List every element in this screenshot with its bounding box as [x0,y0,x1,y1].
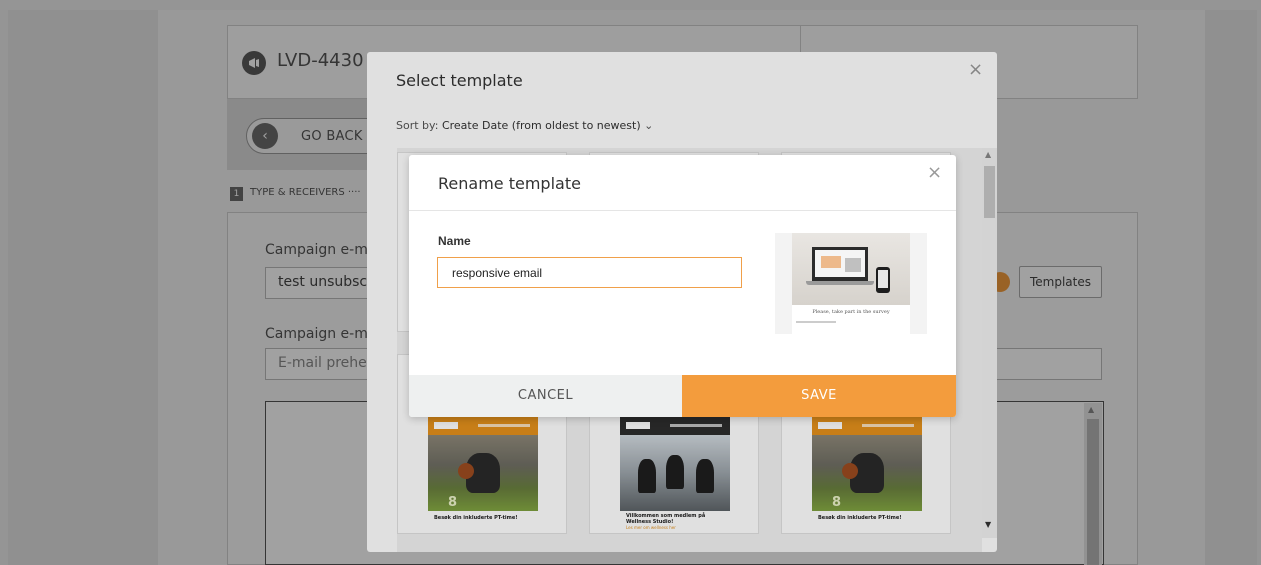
save-button[interactable]: SAVE [682,375,956,417]
preview-photo [792,233,910,305]
header-divider [409,210,956,211]
template-preview: Please, take part in the survey [775,233,927,334]
cancel-button[interactable]: CANCEL [409,375,682,417]
preview-email: Please, take part in the survey [792,233,910,334]
rename-template-modal: Rename template × Name Please, take part… [409,155,956,417]
laptop-icon [812,247,868,281]
rename-footer: CANCEL SAVE [409,375,956,417]
close-icon[interactable]: × [927,162,942,183]
phone-icon [876,267,890,293]
preview-caption: Please, take part in the survey [812,309,890,315]
rename-template-title: Rename template [438,174,581,193]
name-label: Name [438,234,471,248]
template-name-input[interactable] [437,257,742,288]
